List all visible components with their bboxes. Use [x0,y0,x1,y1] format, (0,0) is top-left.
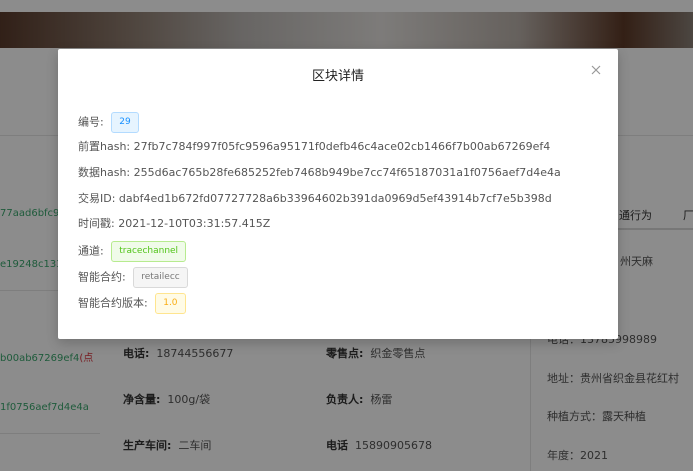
data-hash-value: 255d6ac765b28fe685252feb7468b949be7cc74f… [133,166,561,179]
timestamp-value: 2021-12-10T03:31:57.415Z [118,217,271,230]
tx-id-value: dabf4ed1b672fd07727728a6b33964602b391da0… [118,192,552,205]
block-detail-modal: 区块详情 编号: 29 前置hash: 27fb7c784f997f05fc95… [58,49,618,339]
field-label: 交易ID: [78,192,116,205]
field-label: 通道: [78,244,104,258]
field-data-hash: 数据hash: 255d6ac765b28fe685252feb7468b949… [78,164,561,180]
field-label: 时间戳: [78,217,115,230]
field-label: 智能合约: [78,270,126,284]
field-label: 数据hash: [78,166,131,179]
modal-title: 区块详情 [311,69,364,84]
prev-hash-value: 27fb7c784f997f05fc9596a95171f0defb46c4ac… [133,140,551,153]
field-label: 编号: [78,115,104,129]
field-number: 编号: 29 [78,112,139,133]
field-tx-id: 交易ID: dabf4ed1b672fd07727728a6b33964602b… [78,190,552,206]
channel-tag: tracechannel [111,241,187,262]
field-label: 智能合约版本: [78,296,148,310]
close-icon[interactable] [589,63,603,77]
number-tag: 29 [111,112,139,133]
contract-tag: retailecc [133,267,188,288]
field-timestamp: 时间戳: 2021-12-10T03:31:57.415Z [78,215,270,231]
field-contract-version: 智能合约版本: 1.0 [78,293,186,314]
version-tag: 1.0 [155,293,186,314]
field-channel: 通道: tracechannel [78,241,187,262]
field-prev-hash: 前置hash: 27fb7c784f997f05fc9596a95171f0de… [78,138,550,154]
field-contract: 智能合约: retailecc [78,267,188,288]
field-label: 前置hash: [78,140,131,153]
